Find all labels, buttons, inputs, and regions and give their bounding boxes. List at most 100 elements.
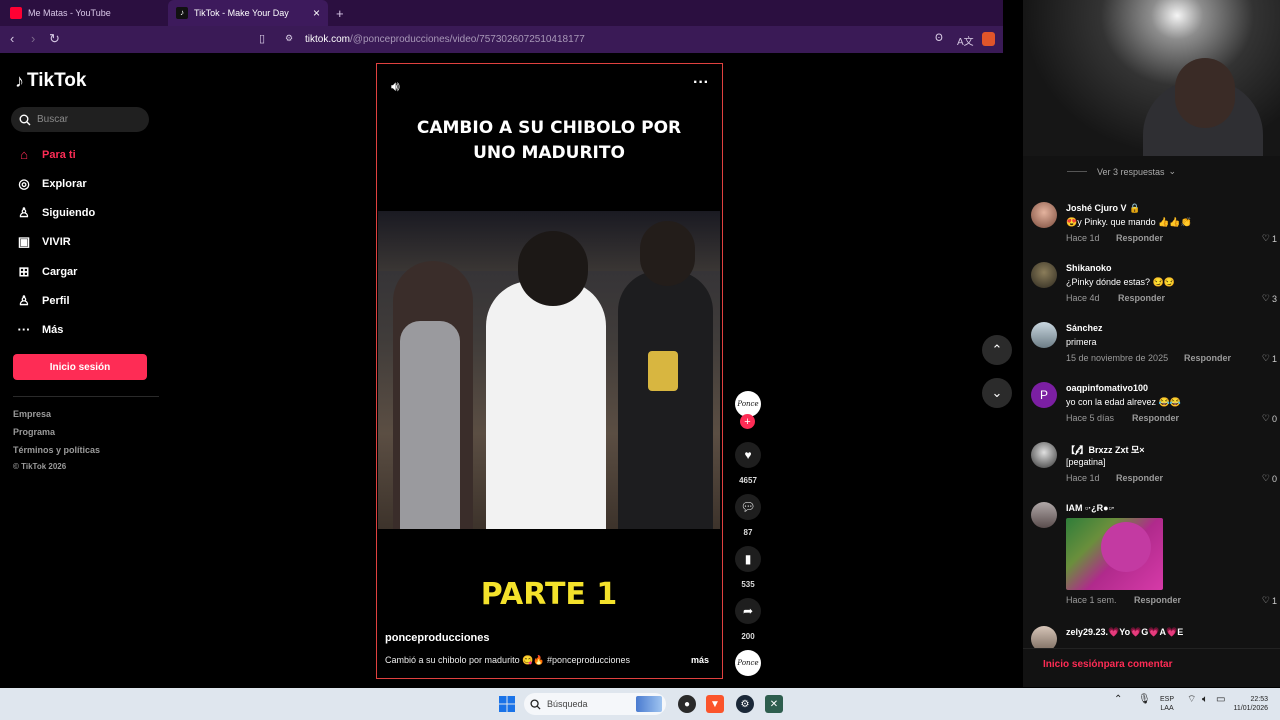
- next-video-button[interactable]: ⌄: [982, 378, 1012, 408]
- brave-shield-icon[interactable]: [982, 32, 995, 46]
- reply-button[interactable]: Responder: [1184, 353, 1231, 363]
- brave-icon[interactable]: ▼: [706, 695, 724, 713]
- search-input[interactable]: Buscar: [11, 107, 149, 132]
- youtube-icon: [10, 7, 22, 19]
- webcam-overlay: [1023, 0, 1280, 156]
- bookmark-icon[interactable]: ▯: [259, 32, 265, 45]
- comment-like[interactable]: ♡ 0: [1262, 413, 1277, 424]
- lang-layout: LAA: [1160, 705, 1174, 712]
- obs-icon[interactable]: ●: [678, 695, 696, 713]
- avatar[interactable]: [1031, 322, 1057, 348]
- wifi-icon[interactable]: ⌔: [1187, 695, 1196, 705]
- comment-item: Sánchez primera 15 de noviembre de 2025 …: [1031, 322, 1279, 372]
- reply-button[interactable]: Responder: [1116, 473, 1163, 483]
- reload-icon[interactable]: ↻: [49, 31, 60, 47]
- reply-button[interactable]: Responder: [1132, 413, 1179, 423]
- music-disc[interactable]: Ponce: [735, 650, 761, 676]
- comment-like[interactable]: ♡ 1: [1262, 595, 1277, 606]
- comment-like[interactable]: ♡ 1: [1262, 353, 1277, 364]
- nav-para-ti[interactable]: ⌂ Para ti: [15, 147, 76, 162]
- more-horizontal-icon[interactable]: ···: [693, 74, 709, 92]
- like-count: 4657: [739, 476, 757, 485]
- previous-video-button[interactable]: ⌃: [982, 335, 1012, 365]
- home-icon: ⌂: [20, 147, 28, 162]
- tab-tiktok[interactable]: ♪ TikTok - Make Your Day ×: [168, 0, 328, 26]
- tiktok-logo[interactable]: ♪ TikTok: [15, 70, 86, 92]
- app-icon[interactable]: ✕: [765, 695, 783, 713]
- volume-icon[interactable]: 🔈︎: [1202, 695, 1208, 705]
- volume-icon[interactable]: 🔊︎: [391, 78, 400, 95]
- avatar[interactable]: [1031, 442, 1057, 468]
- url-field[interactable]: tiktok.com/@ponceproducciones/video/7573…: [305, 34, 585, 45]
- like-count: 3: [1271, 293, 1277, 304]
- forward-icon[interactable]: ›: [31, 31, 35, 46]
- like-button[interactable]: ♥: [735, 442, 761, 468]
- search-icon: [530, 698, 541, 710]
- steam-icon[interactable]: ⚙: [736, 695, 754, 713]
- chevron-up-icon[interactable]: ⌃: [1114, 695, 1122, 705]
- taskbar-search[interactable]: Búsqueda: [524, 693, 666, 715]
- reply-button[interactable]: Responder: [1118, 293, 1165, 303]
- nav-label: Más: [42, 323, 64, 336]
- comment-user[interactable]: IAM ▫·¿R●▫·: [1066, 503, 1115, 513]
- caption-more-link[interactable]: más: [691, 655, 709, 665]
- save-button[interactable]: ▮: [735, 546, 761, 572]
- person-center: [486, 281, 606, 529]
- nav-explorar[interactable]: ◎ Explorar: [15, 176, 86, 192]
- share-button[interactable]: ➦: [735, 598, 761, 624]
- tab-youtube[interactable]: Me Matas - YouTube: [10, 0, 111, 26]
- comment-like[interactable]: ♡ 3: [1262, 293, 1277, 304]
- footer-terminos[interactable]: Términos y políticas: [13, 445, 100, 455]
- nav-perfil[interactable]: ♙ Perfil: [15, 293, 69, 309]
- nav-label: Cargar: [42, 266, 78, 278]
- comment-login-link[interactable]: Inicio sesiónpara comentar: [1043, 659, 1173, 670]
- browser-tab-bar: Me Matas - YouTube ♪ TikTok - Make Your …: [0, 0, 1003, 26]
- footer-empresa[interactable]: Empresa: [13, 409, 51, 419]
- comment-user[interactable]: 【𝓯】Brxzz Zxt 모×: [1066, 443, 1145, 456]
- microphone-icon[interactable]: 🎙︎: [1138, 695, 1151, 705]
- translate-icon[interactable]: A文: [957, 33, 974, 48]
- reply-button[interactable]: Responder: [1134, 595, 1181, 605]
- site-settings-icon[interactable]: ⚙: [285, 33, 293, 44]
- view-replies-button[interactable]: Ver 3 respuestas ⌄: [1067, 166, 1176, 177]
- search-icon: [19, 114, 31, 125]
- clock[interactable]: 22:53 11/01/2026: [1226, 695, 1268, 713]
- follow-plus-icon[interactable]: +: [740, 414, 755, 429]
- back-icon[interactable]: ‹: [10, 31, 14, 46]
- reader-icon[interactable]: Ꙩ: [935, 33, 943, 44]
- video-author[interactable]: ponceproducciones: [385, 632, 490, 644]
- comment-user[interactable]: Joshé Cjuro V 🔒: [1066, 203, 1140, 214]
- nav-label: Para ti: [42, 148, 76, 161]
- tiktok-note-icon: ♪: [15, 70, 24, 91]
- nav-cargar[interactable]: ⊞ Cargar: [15, 264, 78, 280]
- comment-item: Shikanoko ¿Pinky dónde estas? 😏😏 Hace 4d…: [1031, 262, 1279, 312]
- comment-user[interactable]: zely29.23.💗Yo💗G💗A💗E: [1066, 627, 1183, 638]
- live-icon: ▣: [17, 234, 31, 249]
- close-tab-icon[interactable]: ×: [313, 6, 320, 20]
- comment-user[interactable]: oaqpinfomativo100: [1066, 383, 1148, 393]
- comment-like[interactable]: ♡ 0: [1262, 473, 1277, 484]
- nav-vivir[interactable]: ▣ VIVIR: [15, 234, 71, 250]
- language-indicator[interactable]: ESP LAA: [1160, 695, 1174, 713]
- comment-button[interactable]: 💬︎: [735, 494, 761, 520]
- nav-siguiendo[interactable]: ♙ Siguiendo: [15, 205, 95, 221]
- new-tab-button[interactable]: +: [336, 0, 344, 26]
- footer-programa[interactable]: Programa: [13, 427, 55, 437]
- comment-count: 87: [743, 528, 753, 537]
- comment-like[interactable]: ♡ 1: [1262, 233, 1277, 244]
- comment-user[interactable]: Sánchez: [1066, 323, 1103, 333]
- avatar[interactable]: P: [1031, 382, 1057, 408]
- comment-login-bar[interactable]: Inicio sesiónpara comentar: [1023, 648, 1280, 681]
- nav-mas[interactable]: ··· Más: [15, 322, 64, 337]
- login-button[interactable]: Inicio sesión: [13, 354, 147, 380]
- avatar[interactable]: [1031, 262, 1057, 288]
- reply-button[interactable]: Responder: [1116, 233, 1163, 243]
- battery-icon[interactable]: ▭: [1216, 695, 1225, 705]
- comment-user[interactable]: Shikanoko: [1066, 263, 1112, 273]
- video-player[interactable]: 🔊︎ ··· CAMBIO A SU CHIBOLO POR UNO MADUR…: [376, 63, 723, 679]
- clock-date: 11/01/2026: [1233, 705, 1268, 712]
- avatar[interactable]: [1031, 502, 1057, 528]
- comment-text: [pegatina]: [1066, 457, 1106, 467]
- windows-start-icon[interactable]: [498, 695, 516, 713]
- avatar[interactable]: [1031, 202, 1057, 228]
